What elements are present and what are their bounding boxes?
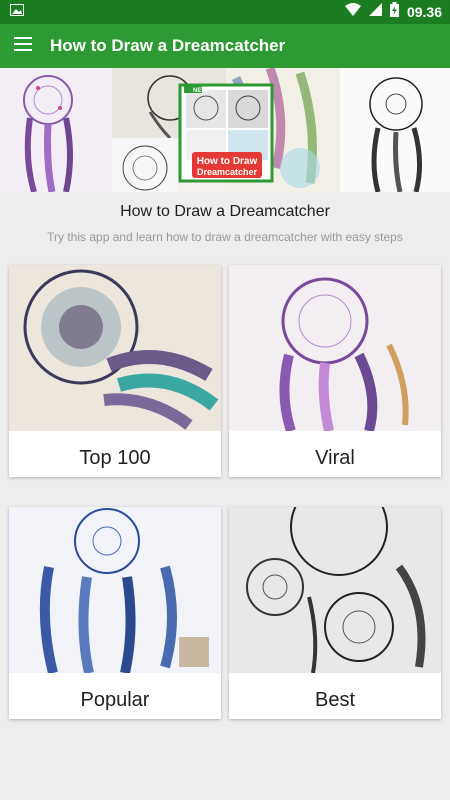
category-card-popular[interactable]: Popular <box>9 507 221 719</box>
logo-text-line1: How to Draw <box>197 156 258 167</box>
card-image-best <box>229 507 441 673</box>
category-card-best[interactable]: Best <box>229 507 441 719</box>
card-image-viral <box>229 265 441 431</box>
card-image-top-100 <box>9 265 221 431</box>
signal-icon <box>368 3 382 21</box>
app-title: How to Draw a Dreamcatcher <box>50 36 286 55</box>
logo-text-line2: Dreamcatcher <box>197 167 258 177</box>
wifi-icon <box>344 3 361 21</box>
hamburger-menu-icon <box>14 36 32 56</box>
menu-button[interactable] <box>0 24 46 68</box>
card-label: Top 100 <box>79 447 151 469</box>
image-notification-icon <box>10 3 24 21</box>
category-card-viral[interactable]: Viral <box>229 265 441 477</box>
header-banner-image: NEW How to Draw Dreamcatcher <box>0 68 450 192</box>
page-title: How to Draw a Dreamcatcher <box>120 203 330 220</box>
card-image-popular <box>9 507 221 673</box>
app-bar: How to Draw a Dreamcatcher <box>0 24 450 68</box>
battery-icon <box>389 2 399 22</box>
category-card-top-100[interactable]: Top 100 <box>9 265 221 477</box>
card-label: Popular <box>80 689 150 711</box>
new-badge: NEW <box>193 88 207 94</box>
status-time: 09.36 <box>406 4 442 20</box>
page-subtitle: Try this app and learn how to draw a dre… <box>47 230 403 244</box>
status-bar: 09.36 <box>0 0 450 24</box>
card-label: Viral <box>315 447 355 469</box>
card-label: Best <box>314 689 356 711</box>
